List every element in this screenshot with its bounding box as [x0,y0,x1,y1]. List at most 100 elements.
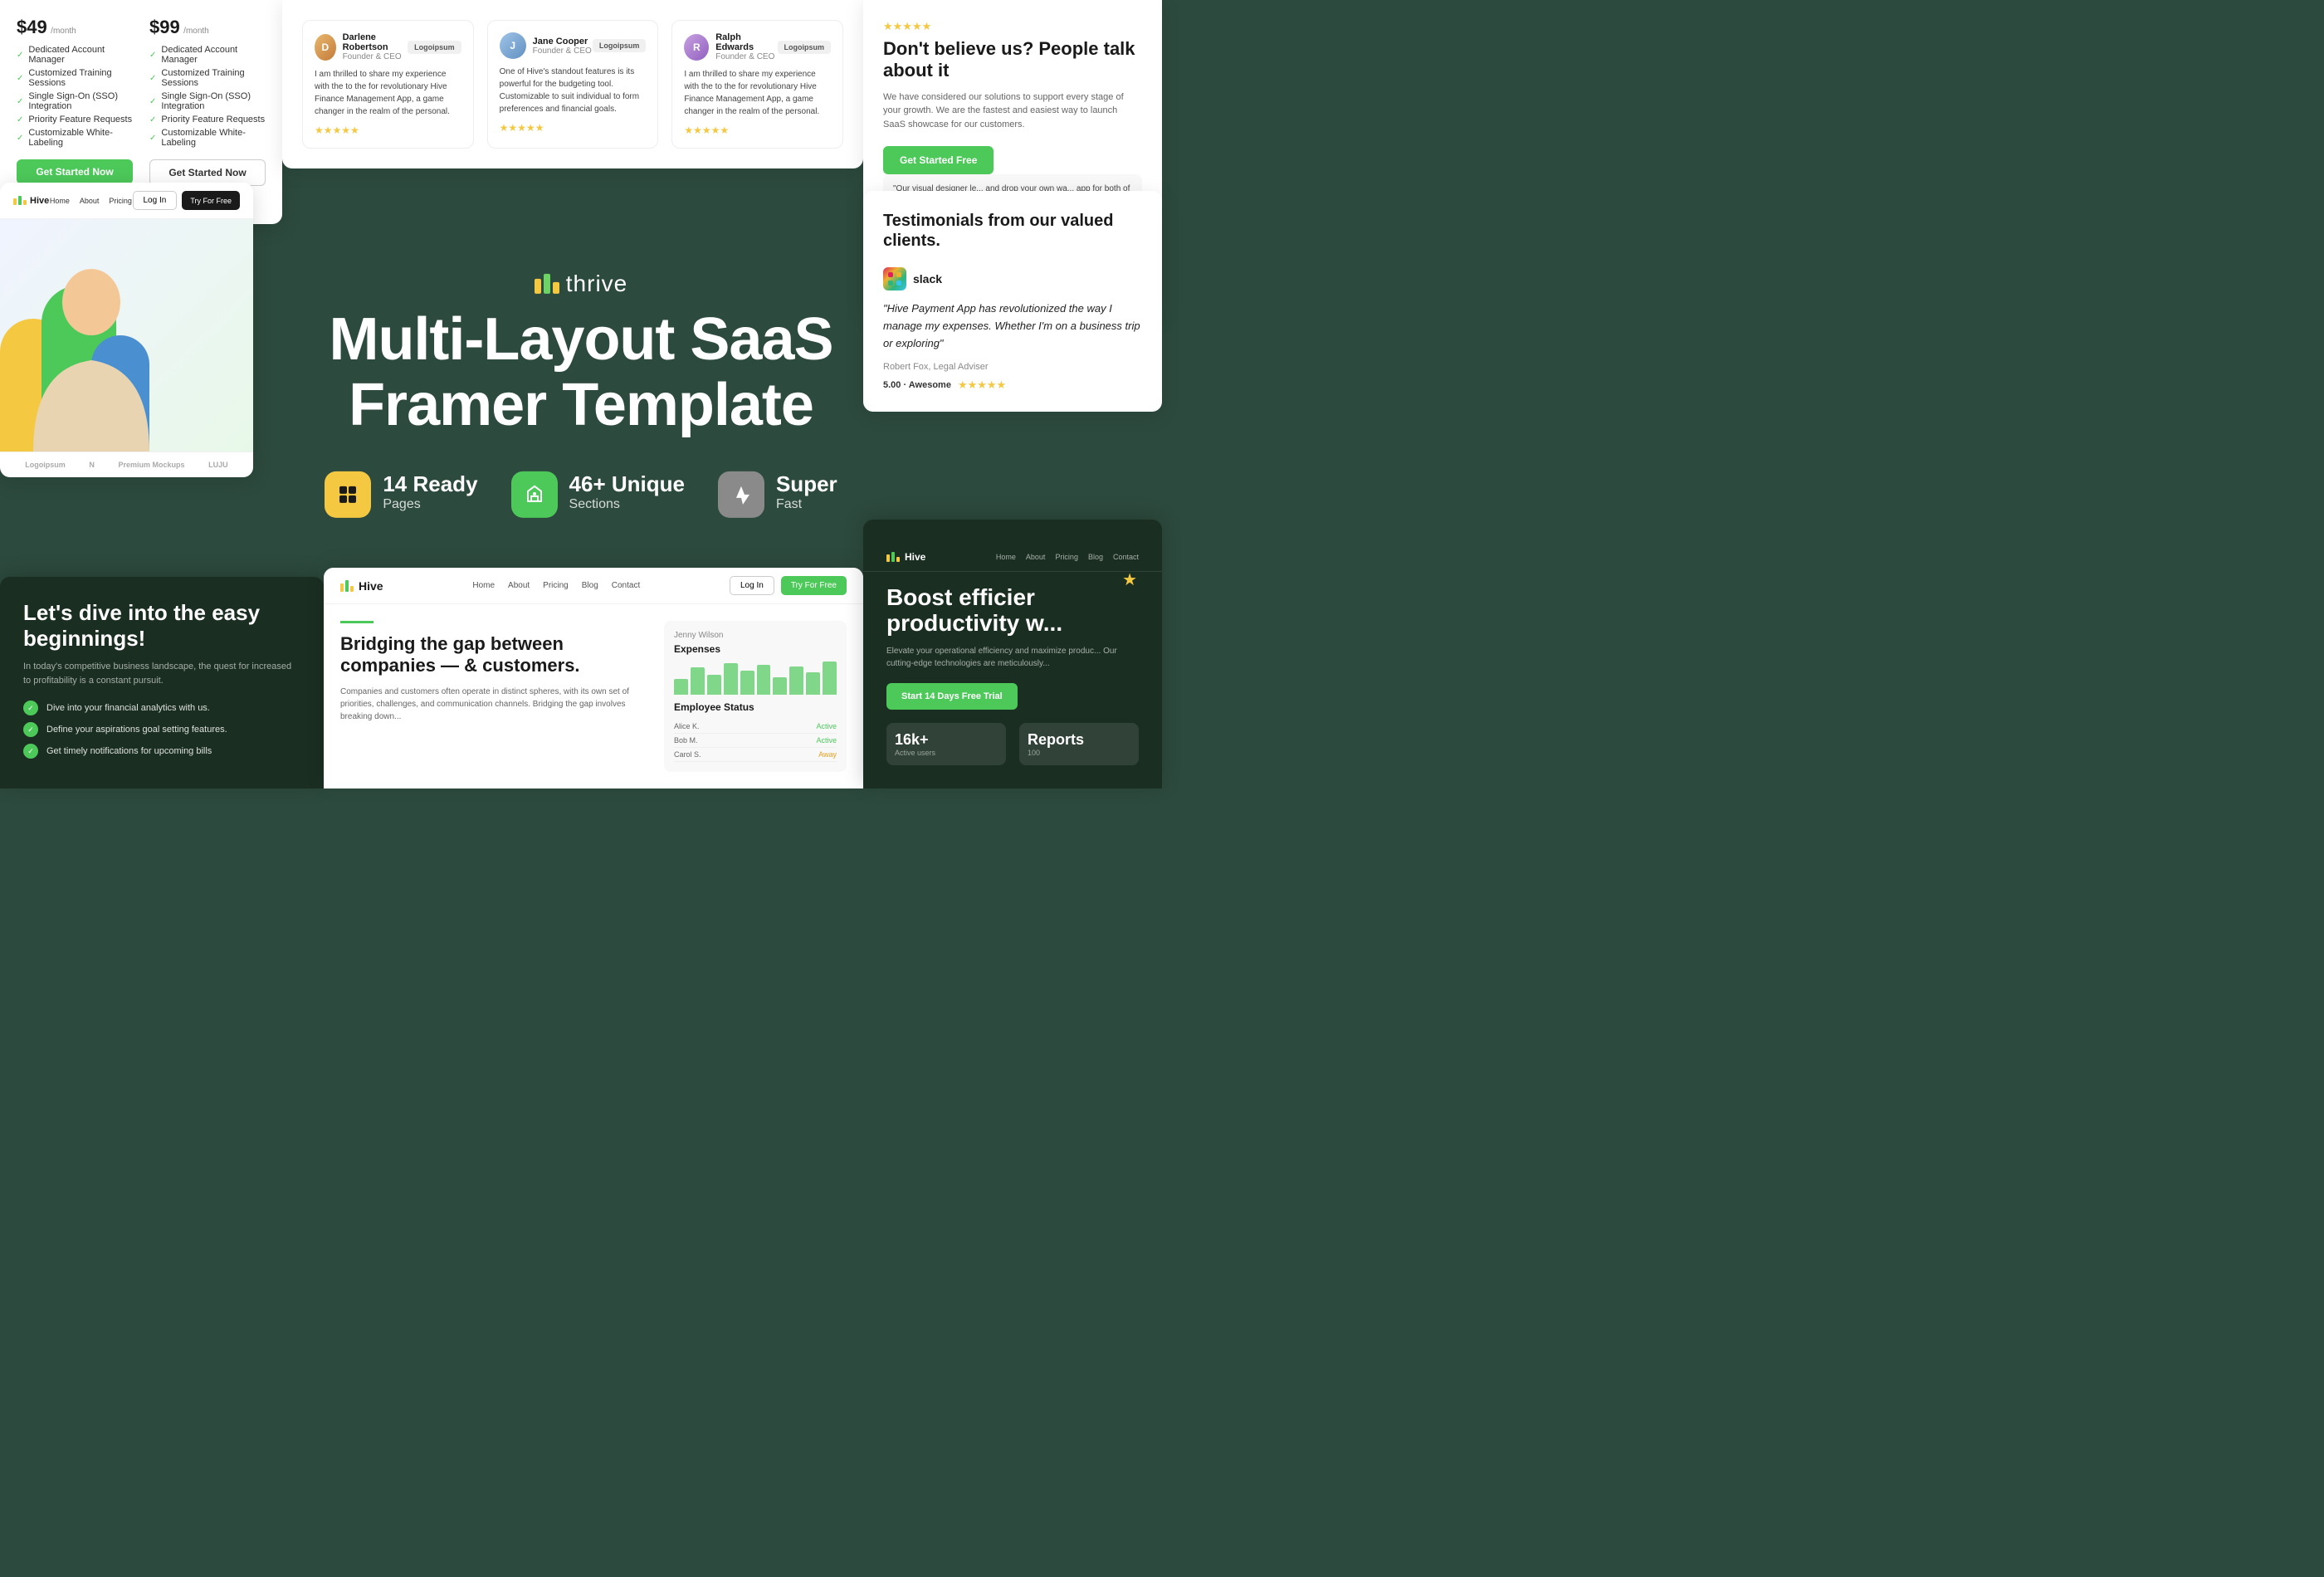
nav-link[interactable]: About [80,197,100,205]
testimonial-text: I am thrilled to share my experience wit… [315,68,461,118]
nav-link[interactable]: Home [996,553,1016,561]
nav-link[interactable]: About [508,581,530,590]
feature-item: ✓ Customizable White-Labeling [149,128,266,148]
testimonial-card-2: J Jane Cooper Founder & CEO Logoipsum On… [487,20,659,149]
reviewer-info: Jane Cooper Founder & CEO [533,37,592,56]
star-rating: ★★★★★ [684,124,831,136]
feature-item: ✓ Dedicated Account Manager [149,45,266,65]
testimonial-text: I am thrilled to share my experience wit… [684,68,831,118]
hive-nav: Log In Hive Home About Pricing Blog Cont… [324,568,863,604]
company-logo-badge: Logoipsum [778,41,832,54]
nav-link[interactable]: Contact [612,581,640,590]
user-name: Jenny Wilson [674,631,837,640]
nav-link[interactable]: Pricing [1055,553,1078,561]
dive-title: Let's dive into the easy beginnings! [23,600,300,652]
check-icon: ✓ [17,134,23,143]
get-started-free-btn[interactable]: Get Started Free [883,146,994,174]
feature-label: Fast [776,497,837,512]
nav-buttons: Log In Try For Free [133,191,240,210]
bar [724,663,738,695]
trial-btn[interactable]: Start 14 Days Free Trial [886,683,1018,710]
dive-sub: In today's competitive business landscap… [23,660,300,687]
pages-icon [325,471,371,518]
bar [806,672,820,695]
reviewer-info: Darlene Robertson Founder & CEO [343,32,408,61]
star-decoration: ★ [1122,569,1137,590]
check-icon: ✓ [17,74,23,83]
hive-logo: Log In Hive [340,579,383,593]
testimonials-top-card: D Darlene Robertson Founder & CEO Logoip… [282,0,863,168]
logo-bars [535,274,559,294]
feature-number: Super [776,471,837,497]
try-btn[interactable]: Try For Free [781,576,847,595]
feature-item: ✓ Priority Feature Requests [17,115,133,124]
hive-description: Companies and customers often operate in… [340,686,647,723]
nav-link[interactable]: Pricing [543,581,569,590]
brand-logo-1: Logoipsum [25,461,66,469]
nav-link[interactable]: About [1026,553,1046,561]
star-deco: ★★★★★ [883,20,931,33]
small-logo: Hive [13,196,49,206]
avatar-3: R [684,34,709,61]
get-started-btn-1[interactable]: Get Started Now [17,159,133,184]
testimonial-card-1: D Darlene Robertson Founder & CEO Logoip… [302,20,474,149]
boost-nav: Hive Home About Pricing Blog Contact [863,543,1162,572]
stat-number: Reports [1028,731,1130,749]
logo-bar-1 [535,279,541,294]
nav-links-small: Home About Pricing [50,197,132,205]
check-icon: ✓ [149,97,156,106]
nav-link[interactable]: Contact [1113,553,1139,561]
nav-buttons: Log In Try For Free [730,576,847,595]
rating-label: 5.00 · Awesome [883,380,951,390]
nav-link[interactable]: Home [472,581,495,590]
feature-item-fast: Super Fast [718,471,837,518]
login-btn[interactable]: Log In [133,191,178,210]
hero-preview-card: Hive Home About Pricing Log In Try For F… [0,183,253,477]
login-btn[interactable]: Log In [730,576,774,595]
nav-link[interactable]: Pricing [109,197,132,205]
stat-label: Active users [895,749,998,757]
dive-feature-item: ✓ Get timely notifications for upcoming … [23,744,300,759]
dive-feature-item: ✓ Dive into your financial analytics wit… [23,701,300,715]
slack-badge: slack [883,267,1142,290]
stat-number: 16k+ [895,731,998,749]
rating-row: 5.00 · Awesome ★★★★★ [883,378,1142,392]
slack-icon [883,267,906,290]
stat-box-reports: Reports 100 [1019,723,1139,765]
stats-row: 16k+ Active users Reports 100 [886,723,1139,765]
check-icon: ✓ [23,701,38,715]
fast-icon [718,471,764,518]
emp-row: Carol S.Away [674,748,837,762]
feature-number: 14 Ready [383,471,477,497]
reviewer-name: Ralph Edwards [715,32,777,52]
sections-icon [511,471,558,518]
employee-list: Alice K.Active Bob M.Active Carol S.Away [674,720,837,762]
feature-item: ✓ Single Sign-On (SSO) Integration [149,91,266,111]
stat-label: 100 [1028,749,1130,757]
nav-link[interactable]: Home [50,197,70,205]
feature-text-pages: 14 Ready Pages [383,471,477,512]
try-btn[interactable]: Try For Free [182,191,240,210]
employee-status-title: Employee Status [674,701,837,713]
boost-section-card: Hive Home About Pricing Blog Contact ★ B… [863,520,1162,788]
center-hero: thrive Multi-Layout SaaS Framer Template… [290,271,872,518]
logo-row: thrive [290,271,872,297]
star-rating: ★★★★★ [958,378,1006,392]
hive-hero-content: Bridging the gap between companies — & c… [324,604,863,788]
bar [691,667,705,695]
bar [789,666,803,695]
brand-logos: Logoipsum N Premium Mockups LUJU [0,452,253,477]
check-icon: ✓ [17,97,23,106]
testimonials-right-card: Testimonials from our valued clients. sl… [863,191,1162,412]
nav-link[interactable]: Blog [1088,553,1103,561]
check-icon: ✓ [149,115,156,124]
hive-nav-links: Home About Pricing Blog Contact [472,581,640,590]
boost-title: Boost efficier productivity w... [886,585,1139,637]
hive-text-col: Bridging the gap between companies — & c… [340,621,647,772]
hero-image-area [0,219,253,452]
avatar-info: D Darlene Robertson Founder & CEO [315,32,408,61]
dive-feature-item: ✓ Define your aspirations goal setting f… [23,722,300,737]
plan1-features: ✓ Dedicated Account Manager ✓ Customized… [17,45,133,148]
nav-link[interactable]: Blog [582,581,598,590]
brand-logo-2: N [89,461,95,469]
